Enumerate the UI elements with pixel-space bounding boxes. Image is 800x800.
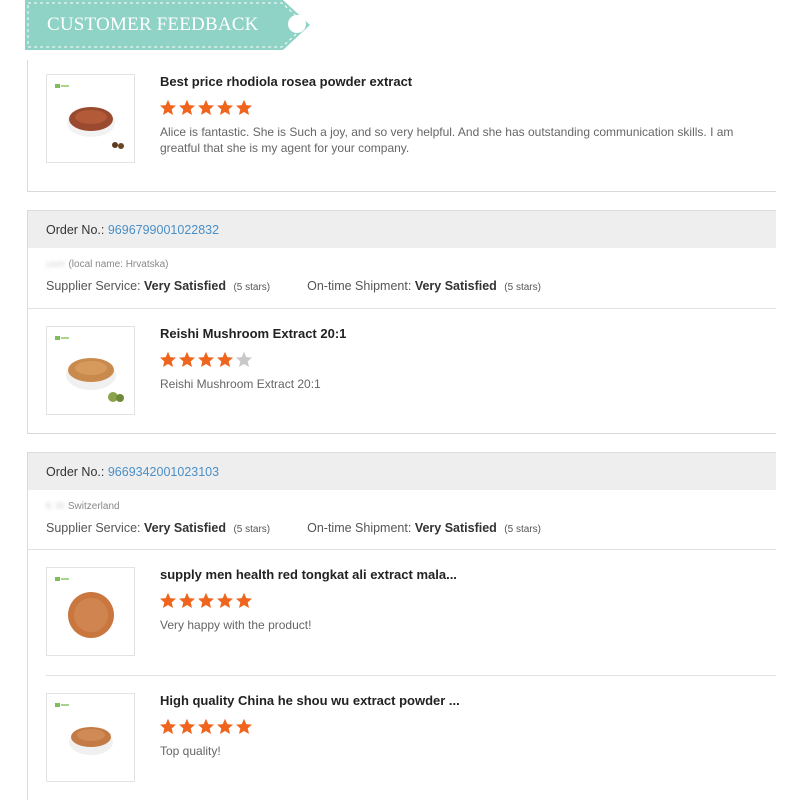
product-thumbnail[interactable] [46, 326, 135, 415]
order-number-link[interactable]: 9696799001022832 [108, 223, 219, 237]
star-icon [198, 99, 214, 115]
shipment-label: On-time Shipment: [307, 521, 412, 535]
star-icon [217, 351, 233, 367]
star-icon [179, 592, 195, 608]
product-thumbnail[interactable] [46, 567, 135, 656]
shipment-label: On-time Shipment: [307, 279, 412, 293]
star-icon [179, 351, 195, 367]
shipment-stars: (5 stars) [504, 282, 541, 293]
service-ratings: Supplier Service: Very Satisfied (5 star… [46, 521, 541, 535]
customer-feedback-banner: CUSTOMER FEEDBACK [25, 0, 310, 50]
product-title[interactable]: Best price rhodiola rosea powder extract [160, 74, 412, 89]
rating-stars [159, 718, 254, 736]
shipment-value: Very Satisfied [414, 279, 497, 293]
star-icon [198, 351, 214, 367]
buyer-name-hidden: user [46, 259, 66, 270]
star-icon [236, 592, 252, 608]
star-icon [236, 718, 252, 734]
product-title[interactable]: supply men health red tongkat ali extrac… [160, 567, 457, 582]
star-icon [217, 718, 233, 734]
banner-dot-icon [288, 15, 306, 33]
rating-stars [159, 99, 254, 117]
rating-stars [159, 351, 254, 369]
order-no-label: Order No.: [46, 465, 105, 479]
powder-bowl-image [69, 727, 113, 755]
order-header: Order No.: 9696799001022832 [27, 210, 776, 248]
order-number-link[interactable]: 9669342001023103 [108, 465, 219, 479]
powder-bowl-image [66, 358, 124, 402]
divider [27, 308, 776, 309]
supplier-service-stars: (5 stars) [233, 524, 271, 535]
supplier-service-value: Very Satisfied [143, 279, 226, 293]
supplier-service-value: Very Satisfied [143, 521, 226, 535]
star-icon [236, 351, 252, 367]
star-icon [160, 99, 176, 115]
star-icon [198, 718, 214, 734]
shipment-value: Very Satisfied [414, 521, 497, 535]
divider [46, 675, 776, 676]
supplier-service-stars: (5 stars) [233, 282, 271, 293]
star-icon [198, 592, 214, 608]
buyer-info: K W Switzerland [46, 501, 120, 512]
service-ratings: Supplier Service: Very Satisfied (5 star… [46, 279, 541, 293]
divider [27, 549, 776, 550]
buyer-location: Switzerland [67, 501, 120, 512]
star-icon [217, 99, 233, 115]
supplier-service-label: Supplier Service: [46, 279, 141, 293]
star-icon [160, 592, 176, 608]
shipment-stars: (5 stars) [504, 524, 541, 535]
star-icon [160, 351, 176, 367]
review-comment: Top quality! [160, 744, 221, 758]
star-icon [179, 99, 195, 115]
product-title[interactable]: High quality China he shou wu extract po… [160, 693, 460, 708]
banner-title: CUSTOMER FEEDBACK [47, 14, 259, 35]
buyer-name-hidden: K W [46, 501, 65, 512]
order-header: Order No.: 9669342001023103 [27, 452, 776, 490]
product-title[interactable]: Reishi Mushroom Extract 20:1 [160, 326, 346, 341]
product-thumbnail[interactable] [46, 74, 135, 163]
star-icon [160, 718, 176, 734]
powder-bowl-image [67, 107, 124, 149]
review-comment: Reishi Mushroom Extract 20:1 [160, 377, 321, 391]
rating-stars [159, 592, 254, 610]
star-icon [179, 718, 195, 734]
order-no-label: Order No.: [46, 223, 105, 237]
star-icon [217, 592, 233, 608]
supplier-service-label: Supplier Service: [46, 521, 141, 535]
buyer-info: user (local name: Hrvatska) [46, 259, 168, 270]
buyer-location: (local name: Hrvatska) [68, 259, 169, 270]
review-comment: Very happy with the product! [160, 618, 312, 632]
product-thumbnail[interactable] [46, 693, 135, 782]
star-icon [236, 99, 252, 115]
review-comment: Alice is fantastic. She is Such a joy, a… [160, 125, 734, 155]
powder-circle-image [68, 592, 114, 638]
